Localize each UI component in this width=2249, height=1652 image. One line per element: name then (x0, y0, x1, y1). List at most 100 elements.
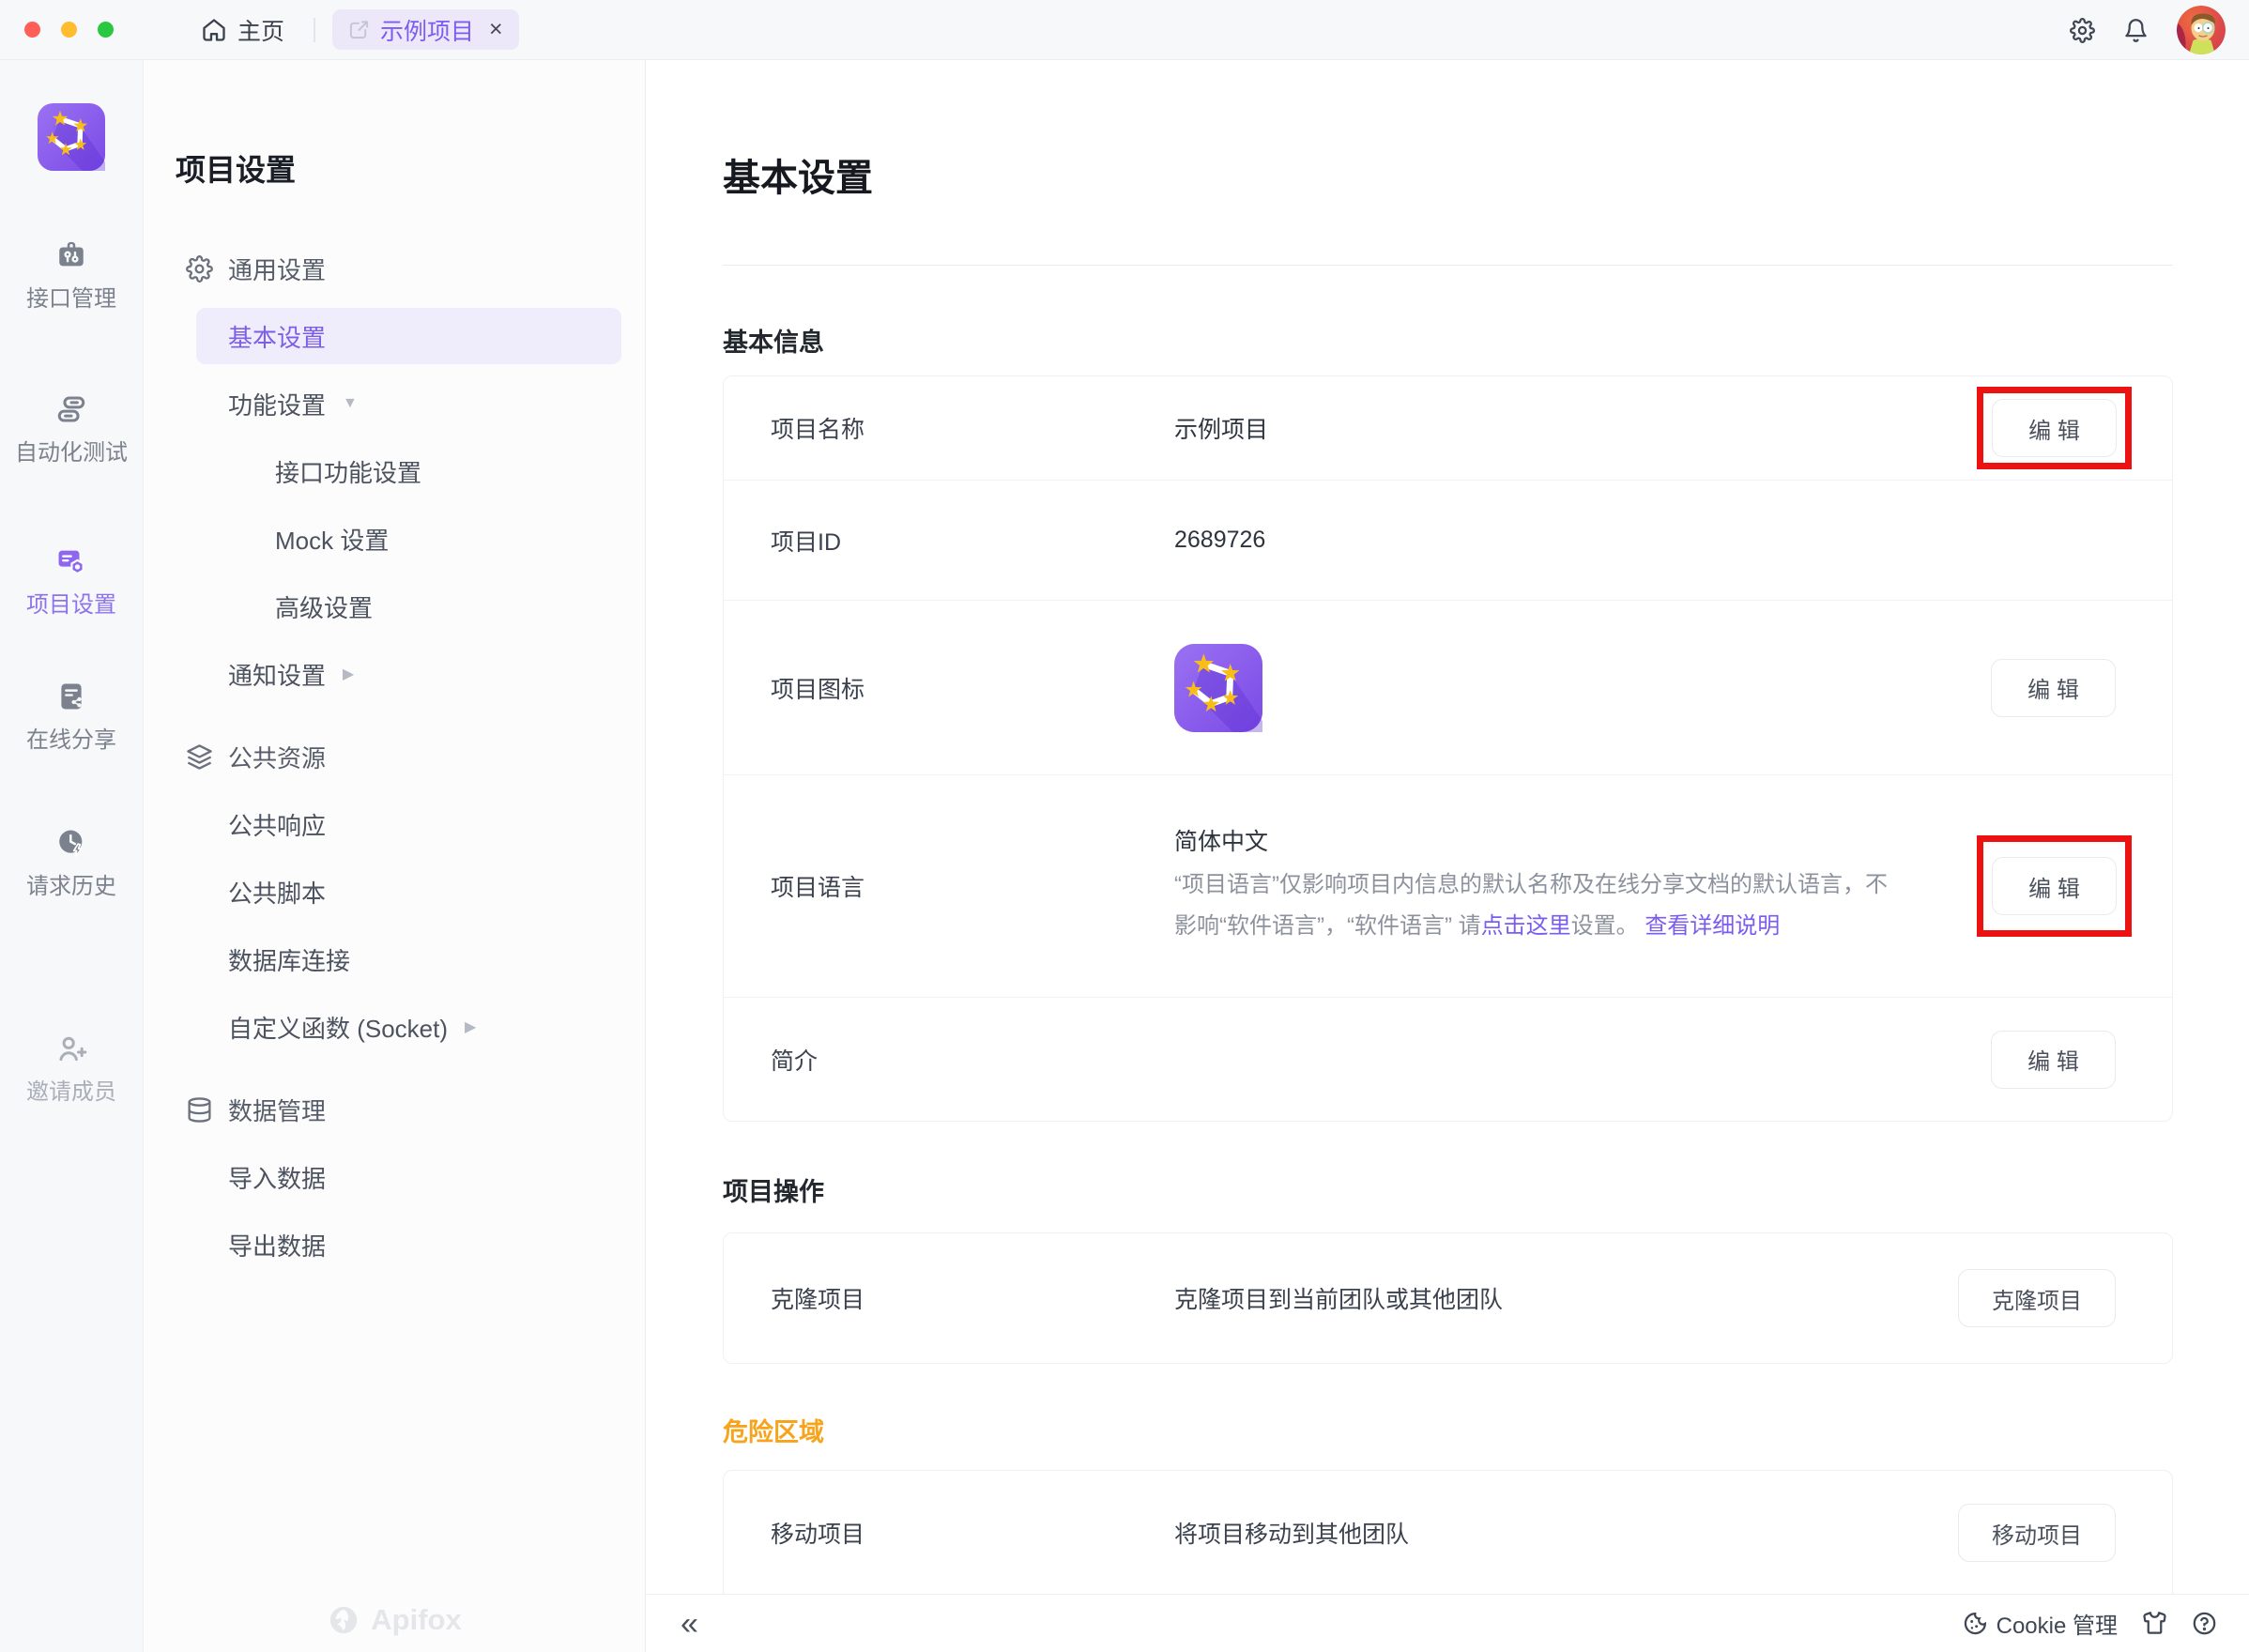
project-name-label: 项目名称 (724, 411, 1174, 445)
edit-project-icon-button[interactable]: 编 辑 (1991, 659, 2116, 717)
project-language-description: “项目语言”仅影响项目内信息的默认名称及在线分享文档的默认语言，不影响“软件语言… (1174, 864, 1902, 947)
settings-nav-advanced[interactable]: 高级设置 (145, 573, 645, 640)
title-divider (723, 265, 2173, 266)
settings-nav-basic[interactable]: 基本设置 (145, 302, 645, 370)
cookie-manager-label: Cookie 管理 (1997, 1607, 2118, 1640)
project-icon-row: 项目图标 编 辑 (724, 600, 2172, 774)
home-button[interactable]: 主页 (201, 0, 284, 60)
home-label: 主页 (237, 13, 284, 47)
apifox-watermark: Apifox (145, 1603, 645, 1637)
settings-nav-features[interactable]: 功能设置 ▼ (145, 370, 645, 437)
basic-info-heading: 基本信息 (723, 326, 2173, 359)
chevron-right-icon: ▶ (465, 1017, 476, 1036)
cookie-manager-button[interactable]: Cookie 管理 (1963, 1607, 2118, 1640)
titlebar: 主页 示例项目 × (0, 0, 2249, 60)
sidebar-item-online-share[interactable]: 在线分享 (26, 681, 116, 754)
danger-zone-card: 移动项目 将项目移动到其他团队 移动项目 (723, 1470, 2173, 1594)
move-project-row: 移动项目 将项目移动到其他团队 移动项目 (724, 1471, 2172, 1594)
edit-project-name-button[interactable]: 编 辑 (1992, 399, 2117, 457)
project-name-row: 项目名称 示例项目 编 辑 (724, 376, 2172, 480)
layers-icon (186, 743, 213, 771)
project-language-value: 简体中文 (1174, 825, 1977, 859)
sidebar-item-label: 项目设置 (26, 586, 116, 619)
gear-icon (186, 255, 213, 283)
invite-members-icon (55, 1032, 87, 1064)
automated-testing-icon (55, 393, 87, 425)
window-minimize-button[interactable] (61, 22, 77, 38)
clone-project-description: 克隆项目到当前团队或其他团队 (1174, 1281, 1958, 1315)
project-tab[interactable]: 示例项目 × (332, 9, 519, 50)
settings-nav-general[interactable]: 通用设置 (145, 235, 645, 302)
window-zoom-button[interactable] (98, 22, 114, 38)
project-settings-icon (55, 545, 87, 577)
move-project-description: 将项目移动到其他团队 (1174, 1516, 1958, 1550)
project-name-value: 示例项目 (1174, 411, 1977, 445)
sidebar-item-request-history[interactable]: 请求历史 (26, 827, 116, 900)
project-tab-label: 示例项目 (380, 13, 474, 47)
project-icon-label: 项目图标 (724, 671, 1174, 705)
titlebar-divider (314, 18, 315, 42)
edit-project-language-button[interactable]: 编 辑 (1992, 857, 2117, 915)
notifications-bell-icon[interactable] (2123, 18, 2149, 43)
chevron-right-icon: ▶ (343, 665, 354, 683)
edit-project-summary-button[interactable]: 编 辑 (1991, 1031, 2116, 1089)
basic-info-card: 项目名称 示例项目 编 辑 项目ID 2689726 项目图标 编 辑 (723, 375, 2173, 1122)
sidebar-item-api-management[interactable]: 接口管理 (26, 239, 116, 313)
sidebar-item-automated-testing[interactable]: 自动化测试 (15, 393, 128, 467)
click-here-link[interactable]: 点击这里 (1481, 913, 1571, 939)
clone-project-button[interactable]: 克隆项目 (1958, 1269, 2116, 1327)
request-history-icon (55, 827, 87, 859)
sidebar-item-label: 请求历史 (26, 867, 116, 900)
sidebar-item-label: 邀请成员 (26, 1073, 116, 1106)
page-title: 基本设置 (723, 154, 2173, 203)
clone-project-row: 克隆项目 克隆项目到当前团队或其他团队 克隆项目 (724, 1233, 2172, 1363)
app-sidebar: 接口管理 自动化测试 项目设置 在线分享 请求历史 邀请成员 (0, 60, 144, 1652)
window-controls (24, 22, 114, 38)
project-summary-row: 简介 编 辑 (724, 997, 2172, 1121)
move-project-button[interactable]: 移动项目 (1958, 1504, 2116, 1562)
status-bar: « Cookie 管理 (647, 1594, 2249, 1652)
settings-nav-shared-resources[interactable]: 公共资源 (145, 723, 645, 790)
project-id-label: 项目ID (724, 524, 1174, 558)
sidebar-item-label: 自动化测试 (15, 434, 128, 467)
sidebar-item-label: 在线分享 (26, 721, 116, 754)
cookie-icon (1963, 1611, 1988, 1636)
user-avatar[interactable] (2177, 6, 2226, 54)
settings-nav-api-features[interactable]: 接口功能设置 (145, 437, 645, 505)
apifox-watermark-logo (328, 1604, 360, 1636)
sidebar-item-label: 接口管理 (26, 280, 116, 313)
theme-shirt-icon[interactable] (2142, 1611, 2167, 1636)
api-management-icon (55, 239, 87, 271)
main-content: 基本设置 基本信息 项目名称 示例项目 编 辑 项目ID 2689726 项目图… (647, 60, 2249, 1594)
project-language-row: 项目语言 简体中文 “项目语言”仅影响项目内信息的默认名称及在线分享文档的默认语… (724, 774, 2172, 997)
collapse-sidebar-icon[interactable]: « (681, 1608, 698, 1640)
settings-nav-export-data[interactable]: 导出数据 (145, 1211, 645, 1278)
move-project-label: 移动项目 (724, 1516, 1174, 1550)
help-icon[interactable] (2192, 1611, 2217, 1636)
settings-nav-shared-responses[interactable]: 公共响应 (145, 790, 645, 858)
settings-nav-custom-functions[interactable]: 自定义函数 (Socket) ▶ (145, 993, 645, 1061)
project-icon-image (1174, 644, 1262, 732)
settings-nav-data-management[interactable]: 数据管理 (145, 1076, 645, 1143)
project-operations-heading: 项目操作 (723, 1175, 2173, 1209)
settings-nav-shared-scripts[interactable]: 公共脚本 (145, 858, 645, 925)
settings-nav-notifications[interactable]: 通知设置 ▶ (145, 640, 645, 708)
view-details-link[interactable]: 查看详细说明 (1645, 913, 1780, 939)
apifox-app-logo (38, 103, 105, 171)
annotation-box: 编 辑 (1977, 387, 2132, 469)
settings-sidebar-title: 项目设置 (176, 146, 645, 190)
clone-project-label: 克隆项目 (724, 1281, 1174, 1315)
project-tab-icon (348, 19, 370, 40)
chevron-down-icon: ▼ (343, 395, 358, 412)
settings-gear-icon[interactable] (2070, 18, 2095, 43)
project-operations-card: 克隆项目 克隆项目到当前团队或其他团队 克隆项目 (723, 1232, 2173, 1364)
database-icon (186, 1096, 213, 1124)
settings-nav-database-connections[interactable]: 数据库连接 (145, 925, 645, 993)
settings-nav-import-data[interactable]: 导入数据 (145, 1143, 645, 1211)
window-close-button[interactable] (24, 22, 40, 38)
sidebar-item-invite-members[interactable]: 邀请成员 (26, 1032, 116, 1106)
sidebar-item-project-settings[interactable]: 项目设置 (26, 545, 116, 619)
settings-sidebar: 项目设置 通用设置 基本设置 功能设置 ▼ 接口功能设置 Mock 设置 高级设… (145, 60, 646, 1652)
tab-close-icon[interactable]: × (489, 18, 503, 41)
settings-nav-mock[interactable]: Mock 设置 (145, 505, 645, 573)
